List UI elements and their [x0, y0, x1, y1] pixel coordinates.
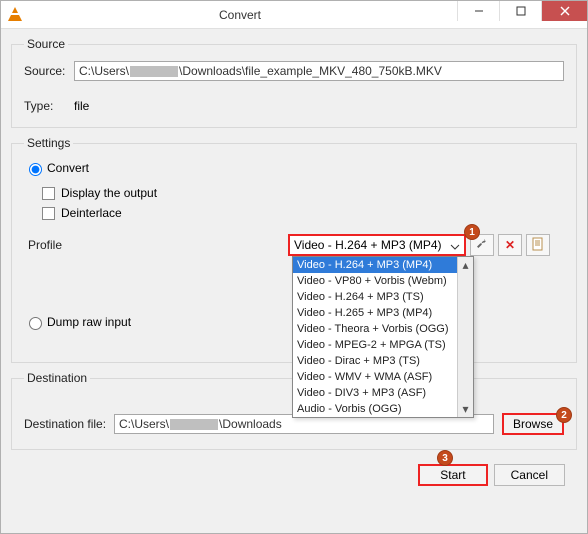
settings-legend: Settings — [24, 136, 73, 150]
cancel-button-label: Cancel — [511, 468, 548, 482]
titlebar: Convert — [1, 1, 587, 29]
scrollbar[interactable]: ▴ ▾ — [457, 257, 473, 417]
minimize-button[interactable] — [457, 1, 499, 21]
annotation-2: 2 — [556, 407, 572, 423]
start-button[interactable]: Start — [418, 464, 487, 486]
start-button-label: Start — [440, 468, 465, 482]
close-button[interactable] — [541, 1, 587, 21]
dump-radio[interactable]: Dump raw input — [24, 314, 131, 330]
maximize-button[interactable] — [499, 1, 541, 21]
dropdown-option[interactable]: Video - H.265 + MP3 (MP4) — [293, 305, 459, 321]
checkbox-icon — [42, 187, 55, 200]
type-value: file — [74, 99, 89, 113]
source-group: Source Source: C:\Users\\Downloads\file_… — [11, 37, 577, 128]
new-profile-button[interactable] — [526, 234, 550, 256]
browse-button-label: Browse — [513, 417, 553, 431]
deinterlace-label: Deinterlace — [61, 206, 122, 220]
dropdown-option[interactable]: Audio - Vorbis (OGG) — [293, 401, 459, 417]
browse-button[interactable]: Browse — [502, 413, 564, 435]
convert-radio-label: Convert — [47, 161, 89, 175]
dropdown-option[interactable]: Video - H.264 + MP3 (MP4) — [293, 257, 459, 273]
chevron-down-icon — [450, 241, 460, 255]
deinterlace-checkbox[interactable]: Deinterlace — [42, 206, 564, 220]
source-input[interactable]: C:\Users\\Downloads\file_example_MKV_480… — [74, 61, 564, 81]
profile-dropdown[interactable]: Video - H.264 + MP3 (MP4) Video - VP80 +… — [292, 256, 474, 418]
convert-radio[interactable]: Convert — [24, 160, 89, 176]
cancel-button[interactable]: Cancel — [494, 464, 565, 486]
type-label: Type: — [24, 99, 74, 113]
dropdown-option[interactable]: Video - Dirac + MP3 (TS) — [293, 353, 459, 369]
dump-radio-input[interactable] — [29, 317, 42, 330]
dropdown-option[interactable]: Video - H.264 + MP3 (TS) — [293, 289, 459, 305]
scroll-up-icon[interactable]: ▴ — [458, 257, 473, 273]
convert-dialog: Convert Source Source: C:\Users\\Downloa… — [0, 0, 588, 534]
document-icon — [532, 237, 544, 254]
annotation-3: 3 — [437, 450, 453, 466]
display-output-checkbox[interactable]: Display the output — [42, 186, 564, 200]
redacted-text — [130, 66, 178, 77]
dropdown-option[interactable]: Video - MPEG-2 + MPGA (TS) — [293, 337, 459, 353]
dropdown-option[interactable]: Video - WMV + WMA (ASF) — [293, 369, 459, 385]
dump-radio-label: Dump raw input — [47, 315, 131, 329]
dropdown-option[interactable]: Video - Theora + Vorbis (OGG) — [293, 321, 459, 337]
close-icon: ✕ — [505, 238, 515, 252]
profile-select[interactable]: Video - H.264 + MP3 (MP4) — [288, 234, 466, 256]
wrench-icon — [475, 237, 489, 254]
profile-label: Profile — [28, 238, 88, 252]
delete-profile-button[interactable]: ✕ — [498, 234, 522, 256]
dropdown-option[interactable]: Video - VP80 + Vorbis (Webm) — [293, 273, 459, 289]
display-output-label: Display the output — [61, 186, 157, 200]
convert-radio-input[interactable] — [29, 163, 42, 176]
vlc-icon — [7, 7, 23, 23]
source-label: Source: — [24, 64, 74, 78]
dropdown-option[interactable]: Video - DIV3 + MP3 (ASF) — [293, 385, 459, 401]
destination-legend: Destination — [24, 371, 90, 385]
destination-file-label: Destination file: — [24, 417, 114, 431]
redacted-text — [170, 419, 218, 430]
window-title: Convert — [23, 8, 457, 22]
profile-selected-value: Video - H.264 + MP3 (MP4) — [294, 238, 442, 252]
checkbox-icon — [42, 207, 55, 220]
settings-group: Settings Convert Display the output Dein… — [11, 136, 577, 363]
scroll-down-icon[interactable]: ▾ — [458, 401, 473, 417]
source-legend: Source — [24, 37, 68, 51]
annotation-1: 1 — [464, 224, 480, 240]
